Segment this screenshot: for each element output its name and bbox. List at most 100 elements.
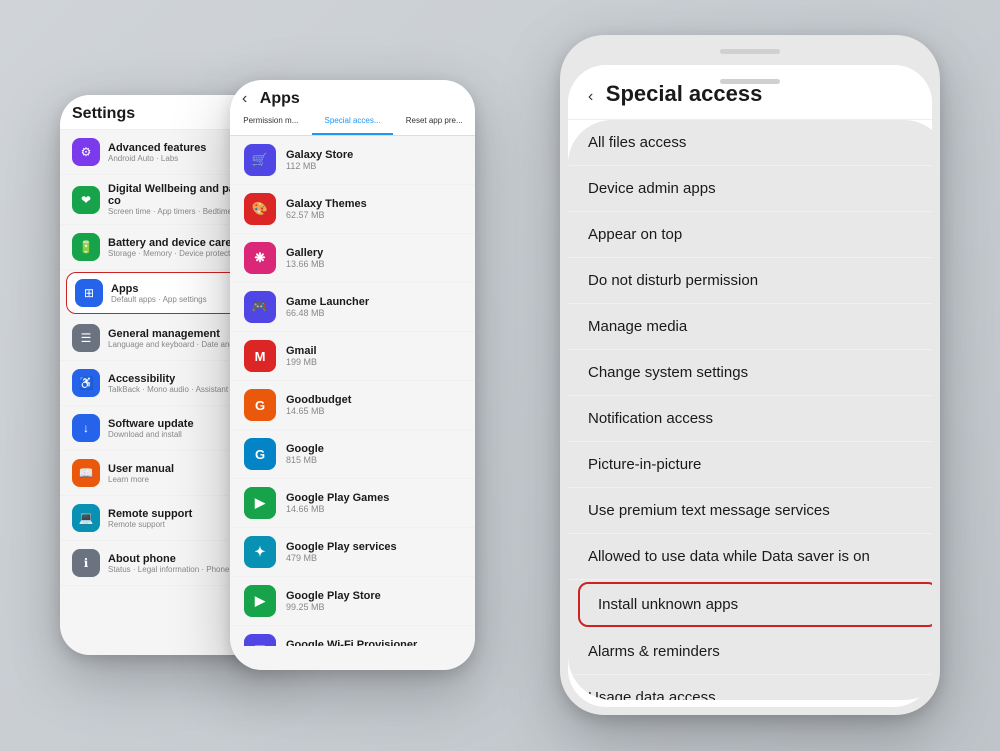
app-item-goodbudget[interactable]: G Goodbudget 14.65 MB (230, 381, 475, 430)
phone-special-access: ‹ Special access All files accessDevice … (560, 35, 940, 715)
app-icon-google-play-games: ▶ (244, 487, 276, 519)
app-item-game-launcher[interactable]: 🎮 Game Launcher 66.48 MB (230, 283, 475, 332)
apps-tabs: Permission m... Special acces... Reset a… (230, 108, 475, 136)
back-arrow-special-icon[interactable]: ‹ (588, 88, 593, 106)
access-item-alarms[interactable]: Alarms & reminders (568, 629, 932, 675)
tab-reset[interactable]: Reset app pre... (393, 108, 475, 135)
access-item-install-unknown[interactable]: Install unknown apps (578, 582, 932, 627)
app-text-google-play-games: Google Play Games 14.66 MB (286, 492, 389, 514)
app-size: 479 MB (286, 553, 397, 563)
settings-item-subtitle: Learn more (108, 475, 174, 484)
app-item-gallery[interactable]: ❋ Gallery 13.66 MB (230, 234, 475, 283)
app-item-galaxy-store[interactable]: 🛒 Galaxy Store 112 MB (230, 136, 475, 185)
app-name: Game Launcher (286, 296, 369, 308)
app-name: Google Play Games (286, 492, 389, 504)
app-icon-game-launcher: 🎮 (244, 291, 276, 323)
app-text-galaxy-store: Galaxy Store 112 MB (286, 149, 353, 171)
settings-item-subtitle: Download and install (108, 430, 194, 439)
apps-screen: ‹ Apps Permission m... Special acces... … (230, 80, 475, 670)
app-icon-gallery: ❋ (244, 242, 276, 274)
app-text-game-launcher: Game Launcher 66.48 MB (286, 296, 369, 318)
app-text-galaxy-themes: Galaxy Themes 62.57 MB (286, 198, 367, 220)
settings-icon-software: ↓ (72, 414, 100, 442)
access-item-dnd[interactable]: Do not disturb permission (568, 258, 932, 304)
app-size: 14.66 MB (286, 504, 389, 514)
settings-text-apps: Apps Default apps · App settings (111, 283, 207, 304)
settings-item-title: Accessibility (108, 373, 244, 385)
app-item-google-play-games[interactable]: ▶ Google Play Games 14.66 MB (230, 479, 475, 528)
app-name: Galaxy Themes (286, 198, 367, 210)
settings-item-title: Software update (108, 418, 194, 430)
app-item-google[interactable]: G Google 815 MB (230, 430, 475, 479)
phone-apps: ‹ Apps Permission m... Special acces... … (230, 80, 475, 670)
settings-text-advanced: Advanced features Android Auto · Labs (108, 142, 206, 163)
settings-icon-battery: 🔋 (72, 233, 100, 261)
app-item-google-play-services[interactable]: ✦ Google Play services 479 MB (230, 528, 475, 577)
settings-item-subtitle: Default apps · App settings (111, 295, 207, 304)
settings-text-accessibility: Accessibility TalkBack · Mono audio · As… (108, 373, 244, 394)
app-name: Google Play services (286, 541, 397, 553)
tab-special[interactable]: Special acces... (312, 108, 394, 135)
settings-item-subtitle: Remote support (108, 520, 192, 529)
app-size: 14.65 MB (286, 406, 351, 416)
app-size: 62.57 MB (286, 210, 367, 220)
settings-text-software: Software update Download and install (108, 418, 194, 439)
settings-icon-apps: ⊞ (75, 279, 103, 307)
app-item-gmail[interactable]: M Gmail 199 MB (230, 332, 475, 381)
settings-item-subtitle: Android Auto · Labs (108, 154, 206, 163)
app-icon-google: G (244, 438, 276, 470)
access-item-data-saver[interactable]: Allowed to use data while Data saver is … (568, 534, 932, 580)
app-name: Google (286, 443, 324, 455)
app-name: Goodbudget (286, 394, 351, 406)
access-item-all-files[interactable]: All files access (568, 120, 932, 166)
access-item-media[interactable]: Manage media (568, 304, 932, 350)
access-item-appear-top[interactable]: Appear on top (568, 212, 932, 258)
settings-item-title: Remote support (108, 508, 192, 520)
app-text-google-play-store: Google Play Store 99.25 MB (286, 590, 381, 612)
app-name: Galaxy Store (286, 149, 353, 161)
app-text-gallery: Gallery 13.66 MB (286, 247, 325, 269)
access-item-pip[interactable]: Picture-in-picture (568, 442, 932, 488)
access-item-device-admin[interactable]: Device admin apps (568, 166, 932, 212)
settings-icon-remote: 💻 (72, 504, 100, 532)
app-item-galaxy-themes[interactable]: 🎨 Galaxy Themes 62.57 MB (230, 185, 475, 234)
settings-item-title: Advanced features (108, 142, 206, 154)
settings-text-manual: User manual Learn more (108, 463, 174, 484)
settings-item-subtitle: Storage · Memory · Device protection (108, 249, 241, 258)
app-icon-google-play-store: ▶ (244, 585, 276, 617)
access-item-notification[interactable]: Notification access (568, 396, 932, 442)
app-text-google-play-services: Google Play services 479 MB (286, 541, 397, 563)
access-item-system-settings[interactable]: Change system settings (568, 350, 932, 396)
settings-icon-manual: 📖 (72, 459, 100, 487)
app-size: 13.66 MB (286, 259, 325, 269)
app-size: 99.25 MB (286, 602, 381, 612)
settings-icon-general: ☰ (72, 324, 100, 352)
settings-text-battery: Battery and device care Storage · Memory… (108, 237, 241, 258)
app-item-google-wifi[interactable]: ✉ Google Wi-Fi Provisioner 3.41 MB (230, 626, 475, 646)
settings-icon-about: ℹ (72, 549, 100, 577)
settings-item-title: Battery and device care (108, 237, 241, 249)
app-text-google: Google 815 MB (286, 443, 324, 465)
app-item-google-play-store[interactable]: ▶ Google Play Store 99.25 MB (230, 577, 475, 626)
apps-header: ‹ Apps (230, 80, 475, 108)
app-size: 815 MB (286, 455, 324, 465)
access-item-premium-sms[interactable]: Use premium text message services (568, 488, 932, 534)
special-access-header: ‹ Special access (568, 65, 932, 120)
settings-icon-advanced: ⚙ (72, 138, 100, 166)
access-item-usage-data[interactable]: Usage data access (568, 675, 932, 700)
app-icon-google-wifi: ✉ (244, 634, 276, 646)
app-name: Google Play Store (286, 590, 381, 602)
apps-title: Apps (260, 90, 300, 107)
settings-item-title: Apps (111, 283, 207, 295)
app-icon-galaxy-store: 🛒 (244, 144, 276, 176)
app-name: Google Wi-Fi Provisioner (286, 639, 417, 646)
back-arrow-icon[interactable]: ‹ (242, 90, 247, 108)
app-text-gmail: Gmail 199 MB (286, 345, 317, 367)
tab-permission[interactable]: Permission m... (230, 108, 312, 135)
settings-icon-accessibility: ♿ (72, 369, 100, 397)
app-name: Gmail (286, 345, 317, 357)
settings-text-remote: Remote support Remote support (108, 508, 192, 529)
settings-icon-wellbeing: ❤ (72, 186, 100, 214)
apps-list: 🛒 Galaxy Store 112 MB 🎨 Galaxy Themes 62… (230, 136, 475, 646)
app-icon-galaxy-themes: 🎨 (244, 193, 276, 225)
